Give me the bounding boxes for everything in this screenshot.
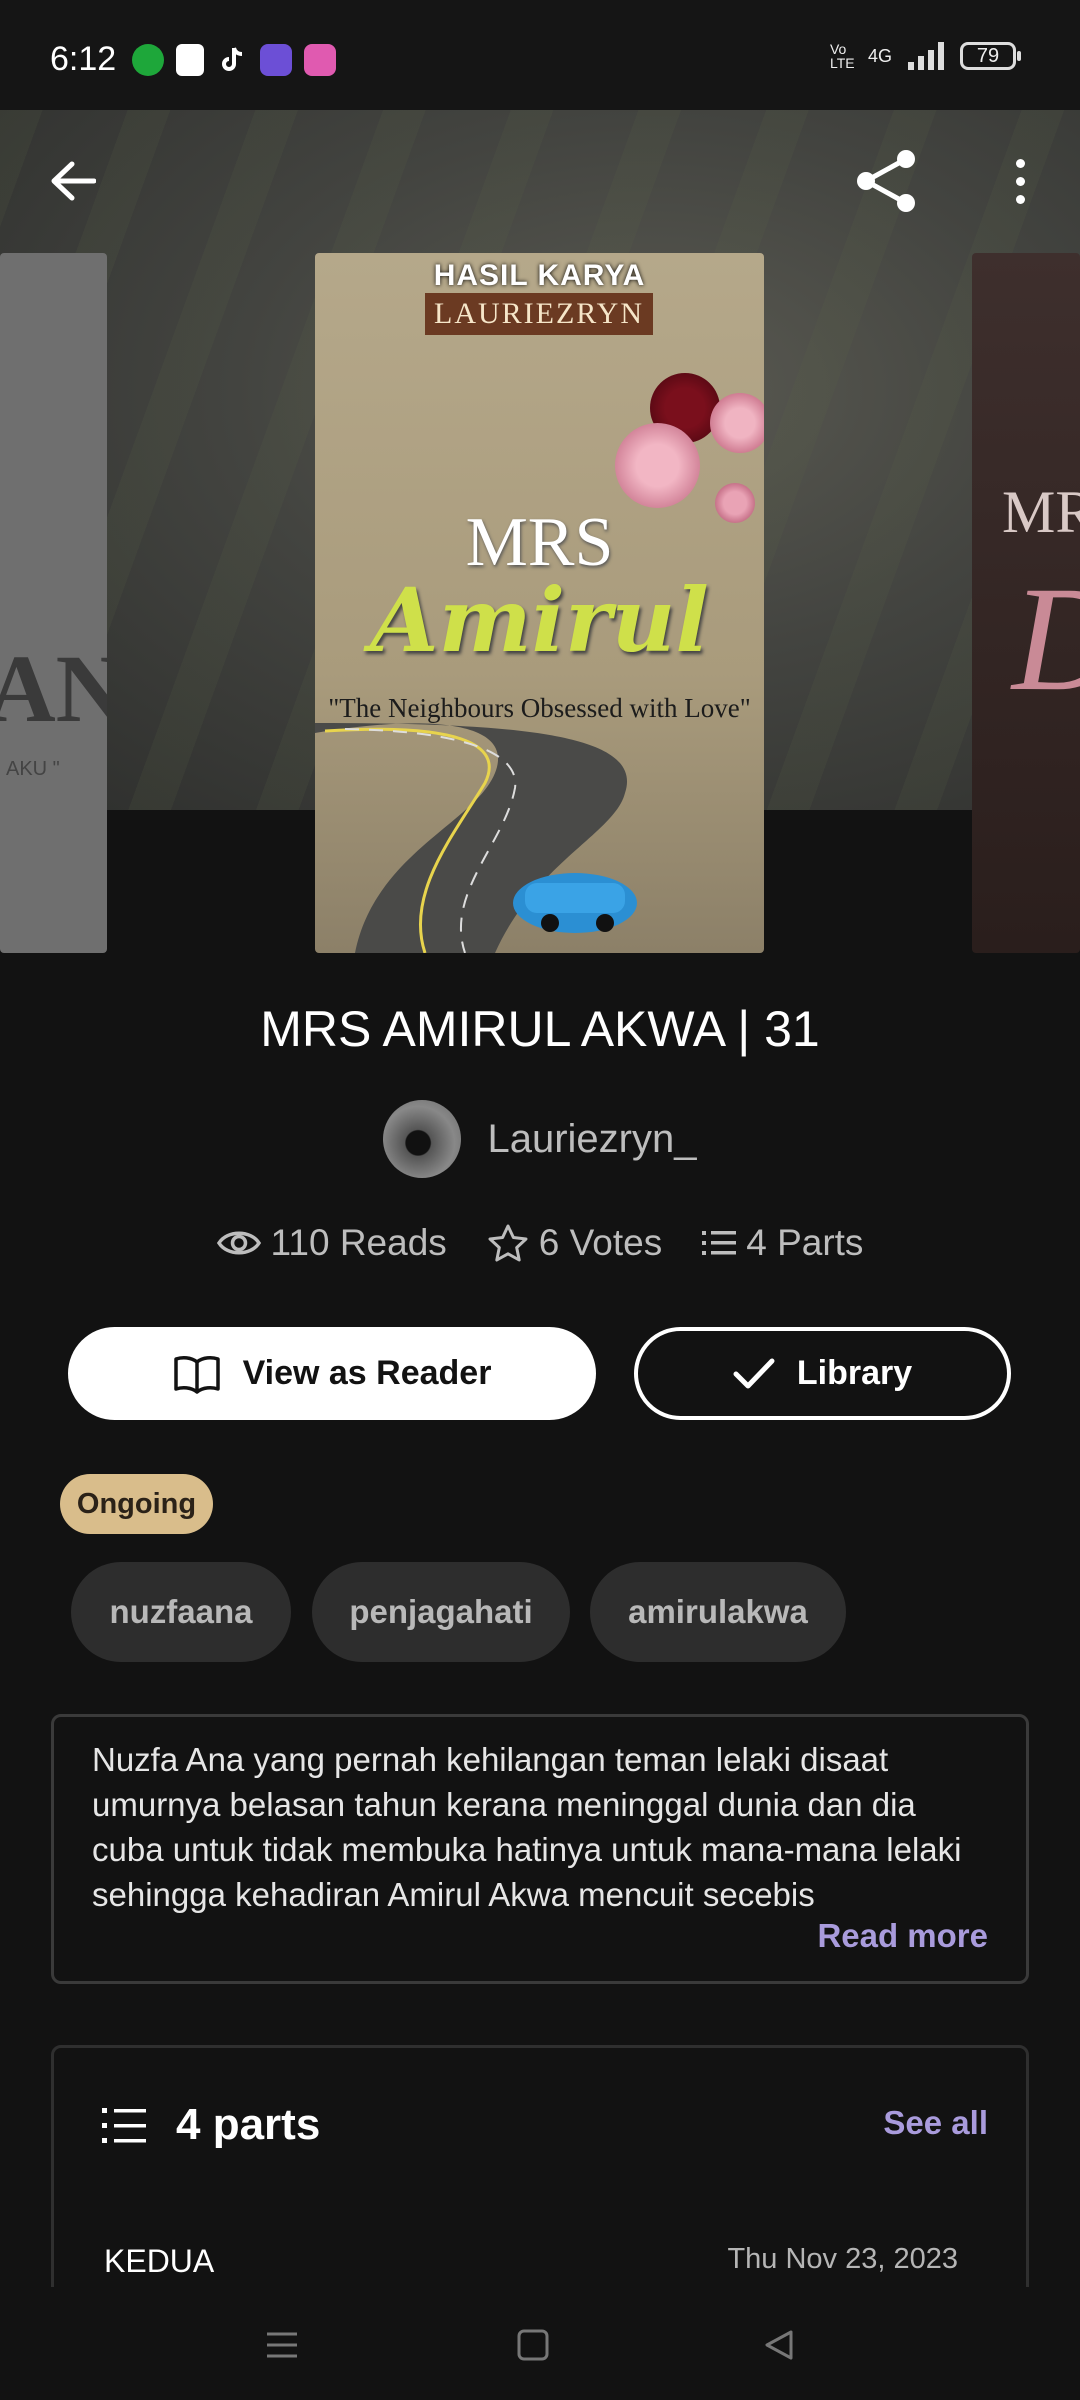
tag-chip[interactable]: amirulakwa bbox=[590, 1562, 846, 1662]
volte-label: Vo LTE bbox=[829, 41, 855, 71]
back-icon bbox=[765, 2330, 793, 2360]
status-time: 6:12 bbox=[50, 40, 117, 78]
parts-title: 4 parts bbox=[176, 2100, 321, 2149]
view-as-reader-button[interactable]: View as Reader bbox=[68, 1327, 596, 1420]
description-text: Nuzfa Ana yang pernah kehilangan teman l… bbox=[92, 1741, 962, 1913]
library-button[interactable]: Library bbox=[634, 1327, 1011, 1420]
cover-previous-subtitle: AKU " bbox=[6, 758, 60, 780]
battery-icon: 79 bbox=[960, 42, 1021, 70]
votes-count: 6 Votes bbox=[538, 1222, 663, 1263]
cover-author-banner: LAURIEZRYN bbox=[425, 293, 653, 335]
cover-next[interactable]: MR D bbox=[972, 253, 1080, 953]
share-icon bbox=[857, 150, 915, 212]
more-vertical-icon bbox=[1015, 158, 1025, 168]
status-indicators: Vo LTE 4G 79 bbox=[829, 41, 1021, 71]
star-icon bbox=[488, 1224, 528, 1262]
cover-hasil-karya: HASIL KARYA bbox=[433, 259, 646, 292]
author-name[interactable]: Lauriezryn_ bbox=[487, 1117, 696, 1162]
part-date: Thu Nov 23, 2023 bbox=[727, 2243, 958, 2275]
cover-next-title: MR bbox=[1002, 479, 1080, 545]
votes-stat: 6 Votes bbox=[487, 1222, 662, 1264]
eye-icon bbox=[216, 1231, 261, 1255]
line-icon bbox=[132, 44, 164, 76]
library-label: Library bbox=[796, 1354, 913, 1392]
status-bar: 6:12 Vo LTE 4G 79 bbox=[0, 0, 1080, 110]
more-options-button[interactable] bbox=[1000, 150, 1040, 212]
cover-previous[interactable]: AN AKU " bbox=[0, 253, 107, 953]
share-button[interactable] bbox=[850, 145, 922, 217]
app-icon-pink bbox=[304, 44, 336, 76]
cover-current[interactable]: HASIL KARYA LAURIEZRYN MRS Amirul "The N… bbox=[315, 253, 764, 953]
back-button[interactable] bbox=[38, 150, 108, 212]
app-icon-purple bbox=[260, 44, 292, 76]
status-app-icons bbox=[132, 44, 336, 76]
cover-next-letter: D bbox=[1012, 553, 1080, 725]
description-box[interactable]: Nuzfa Ana yang pernah kehilangan teman l… bbox=[51, 1714, 1029, 1984]
cover-previous-title: AN bbox=[0, 635, 107, 742]
parts-stat: 4 Parts bbox=[702, 1222, 863, 1264]
author-row[interactable]: Lauriezryn_ bbox=[0, 1100, 1080, 1178]
network-label: 4G bbox=[867, 45, 892, 66]
story-title: MRS AMIRUL AKWA | 31 bbox=[260, 1001, 820, 1057]
story-stats: 110 Reads 6 Votes 4 Parts bbox=[0, 1222, 1080, 1264]
more-dot bbox=[1015, 176, 1025, 186]
view-as-reader-label: View as Reader bbox=[242, 1354, 492, 1392]
author-avatar[interactable] bbox=[383, 1100, 462, 1178]
menu-icon bbox=[267, 2332, 297, 2358]
parts-count: 4 Parts bbox=[746, 1222, 864, 1263]
cover-title-amirul: Amirul bbox=[370, 568, 709, 672]
shopping-icon bbox=[176, 44, 204, 76]
see-all-link[interactable]: See all bbox=[883, 2104, 988, 2142]
home-icon bbox=[517, 2329, 549, 2361]
book-open-icon bbox=[173, 1355, 220, 1394]
system-nav-bar bbox=[0, 2287, 1080, 2400]
parts-header: 4 parts bbox=[102, 2100, 320, 2150]
recent-apps-button[interactable] bbox=[252, 2315, 312, 2375]
status-badge: Ongoing bbox=[60, 1474, 213, 1534]
more-dot bbox=[1015, 194, 1025, 204]
tag-chip[interactable]: nuzfaana bbox=[71, 1562, 291, 1662]
list-icon bbox=[702, 1231, 737, 1255]
reads-count: 110 Reads bbox=[270, 1222, 447, 1263]
reads-stat: 110 Reads bbox=[216, 1222, 447, 1264]
part-name: KEDUA bbox=[104, 2243, 215, 2279]
cover-tagline: "The Neighbours Obsessed with Love" bbox=[328, 693, 751, 723]
check-icon bbox=[733, 1358, 775, 1388]
arrow-left-icon bbox=[51, 161, 96, 201]
back-nav-button[interactable] bbox=[749, 2315, 809, 2375]
rose-decoration bbox=[615, 423, 700, 508]
list-icon bbox=[102, 2108, 146, 2143]
home-button[interactable] bbox=[503, 2315, 563, 2375]
rose-decoration bbox=[710, 393, 764, 453]
signal-icon bbox=[908, 42, 944, 70]
read-more-link[interactable]: Read more bbox=[817, 1917, 988, 1955]
tag-chip[interactable]: penjagahati bbox=[312, 1562, 570, 1662]
tiktok-icon bbox=[216, 44, 248, 76]
